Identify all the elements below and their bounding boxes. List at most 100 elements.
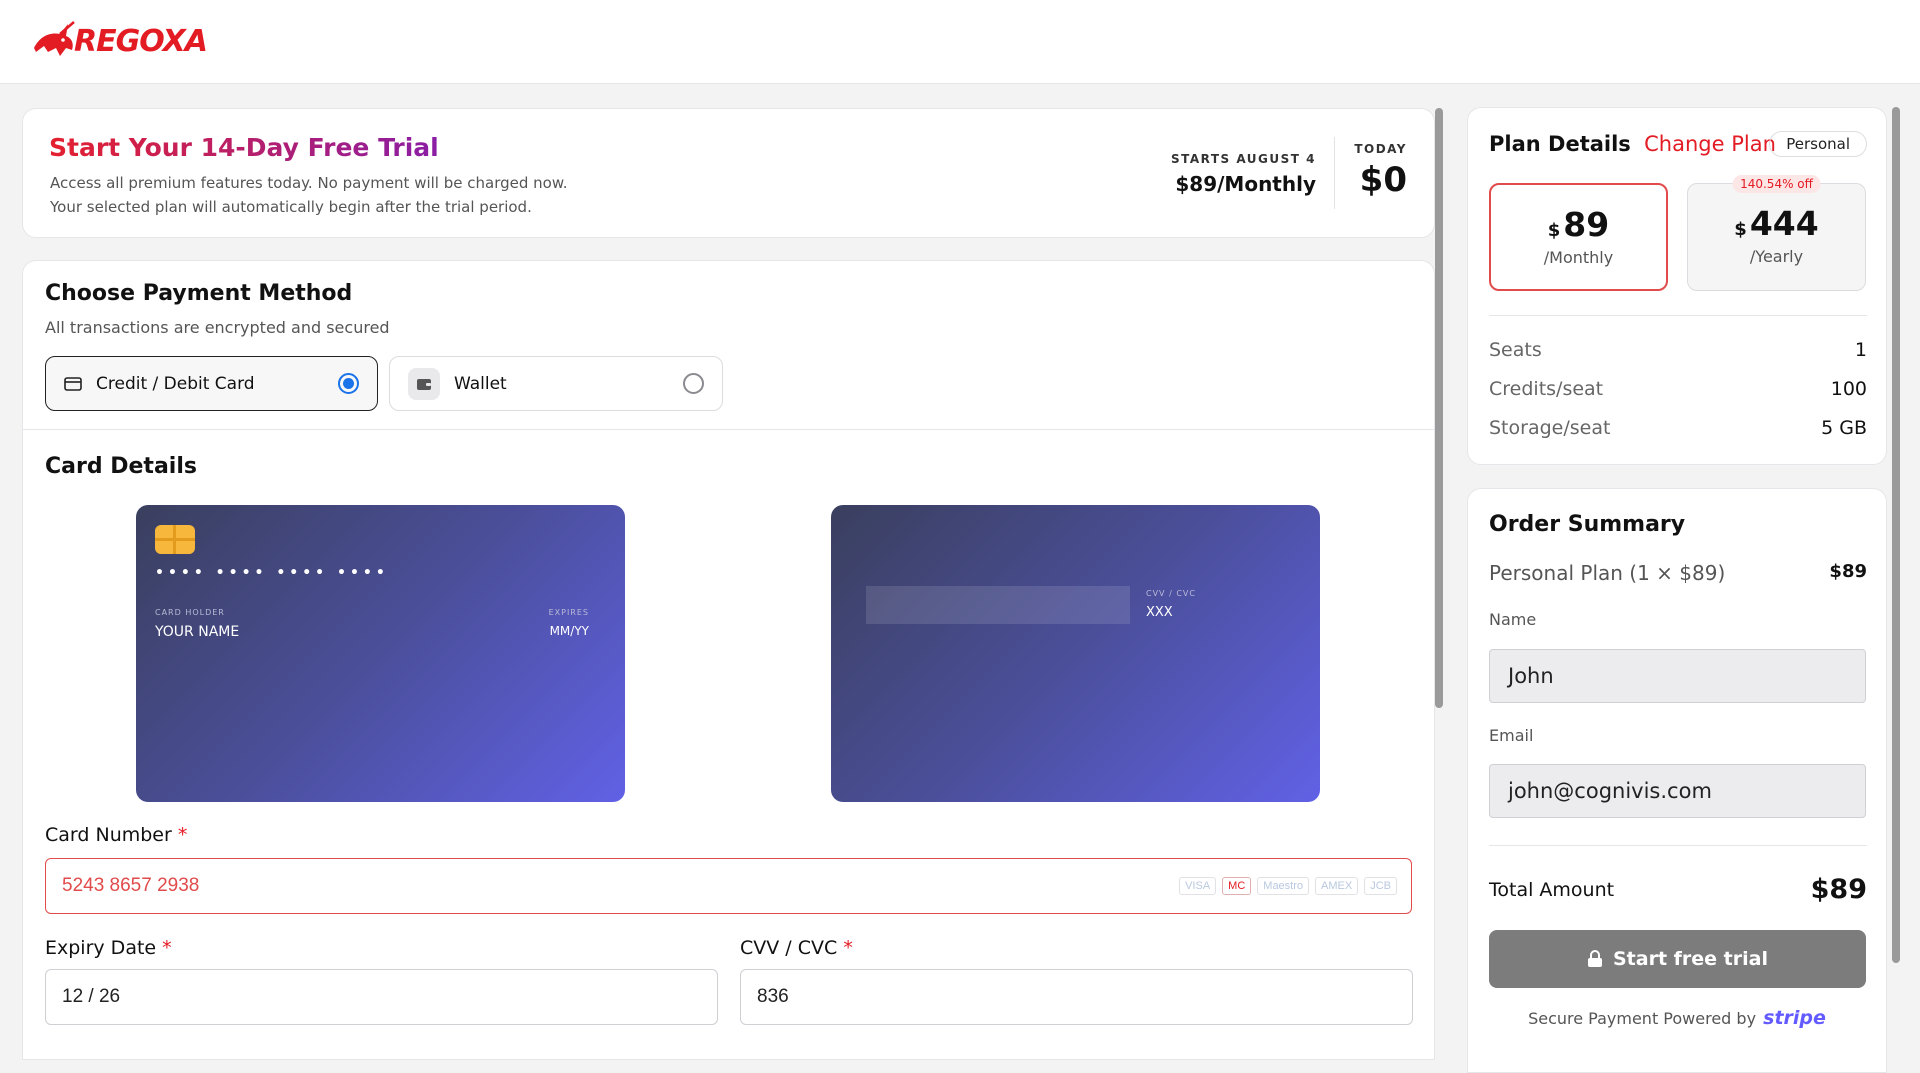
order-line-amount: $89: [1829, 561, 1867, 582]
today-amount: $0: [1359, 160, 1407, 200]
card-cvv-label: CVV / CVC: [1146, 589, 1196, 598]
cvv-label: CVV / CVC *: [740, 937, 853, 959]
brand-logo[interactable]: REGOXA: [30, 16, 208, 66]
card-number-mask: •••• •••• •••• ••••: [155, 565, 389, 581]
card-number-label-text: Card Number: [45, 824, 172, 846]
card-cvv-value: XXX: [1146, 605, 1173, 620]
total-row: Total Amount $89: [1489, 874, 1867, 905]
card-number-input[interactable]: 5243 8657 2938 VISA MC Maestro AMEX JCB: [45, 858, 1412, 914]
card-holder-label: CARD HOLDER: [155, 608, 225, 617]
card-details-title: Card Details: [45, 454, 197, 479]
card-brand-list: VISA MC Maestro AMEX JCB: [1179, 877, 1397, 895]
today-label: TODAY: [1354, 142, 1407, 156]
billing-start-label: STARTS AUGUST 4: [1170, 152, 1316, 166]
card-preview-front: •••• •••• •••• •••• CARD HOLDER YOUR NAM…: [136, 505, 625, 802]
discount-badge: 140.54% off: [1732, 175, 1821, 193]
trial-description-line: Access all premium features today. No pa…: [50, 174, 568, 192]
plan-title: Plan Details Change Plan: [1489, 132, 1776, 156]
billing-start: STARTS AUGUST 4 $89/Monthly: [1171, 152, 1316, 196]
today-charge: TODAY $0: [1354, 142, 1407, 200]
plan-option-yearly[interactable]: 140.54% off $444 /Yearly: [1687, 175, 1866, 291]
plan-badge: Personal: [1769, 131, 1867, 157]
order-summary-title: Order Summary: [1489, 512, 1686, 537]
spec-key: Seats: [1489, 339, 1542, 361]
required-mark: *: [162, 937, 172, 959]
plan-amount: 444: [1749, 204, 1819, 243]
plan-amount: 89: [1563, 205, 1610, 244]
top-header: REGOXA: [0, 0, 1920, 84]
start-free-trial-button[interactable]: Start free trial: [1489, 930, 1866, 988]
card-holder-value: YOUR NAME: [155, 624, 240, 640]
brand-name: REGOXA: [74, 23, 208, 59]
spec-row-seats: Seats 1: [1489, 339, 1867, 361]
card-number-value: 5243 8657 2938: [62, 875, 200, 896]
jcb-brand-icon: JCB: [1364, 877, 1397, 895]
section-divider: [23, 429, 1434, 430]
trial-title: Start Your 14-Day Free Trial: [49, 133, 439, 162]
plan-divider: [1489, 315, 1867, 316]
bull-logo-icon: [34, 21, 75, 56]
radio-selected[interactable]: [338, 373, 359, 394]
order-summary: Order Summary Personal Plan (1 × $89) $8…: [1467, 488, 1887, 1073]
wallet-icon: [408, 367, 440, 400]
start-free-trial-label: Start free trial: [1613, 948, 1768, 970]
left-scrollbar[interactable]: [1435, 108, 1443, 708]
spec-value: 5 GB: [1821, 417, 1867, 439]
spec-row-credits: Credits/seat 100: [1489, 378, 1867, 400]
plan-option-monthly[interactable]: $89 /Monthly: [1489, 183, 1668, 291]
signature-strip: [866, 586, 1130, 624]
email-field[interactable]: john@cognivis.com: [1489, 764, 1866, 818]
order-line-item: Personal Plan (1 × $89) $89: [1489, 561, 1867, 585]
required-mark: *: [843, 937, 853, 959]
right-scrollbar[interactable]: [1892, 107, 1900, 963]
plan-details: Plan Details Change Plan Personal $89 /M…: [1467, 107, 1887, 465]
payment-method-card[interactable]: Credit / Debit Card: [45, 356, 378, 411]
name-label: Name: [1489, 610, 1537, 629]
secure-payment-note: Secure Payment Powered by stripe: [1468, 1007, 1886, 1029]
card-chip-icon: [155, 525, 195, 554]
mastercard-brand-icon: MC: [1222, 877, 1252, 895]
expiry-input[interactable]: 12 / 26: [45, 969, 718, 1025]
cvv-input[interactable]: 836: [740, 969, 1413, 1025]
payment-method-label: Wallet: [454, 373, 507, 394]
maestro-brand-icon: Maestro: [1257, 877, 1310, 895]
plan-price: $444: [1688, 204, 1865, 243]
divider: [1334, 137, 1335, 209]
spec-key: Credits/seat: [1489, 378, 1604, 400]
name-field[interactable]: John: [1489, 649, 1866, 703]
payment-method-subtitle: All transactions are encrypted and secur…: [45, 318, 390, 337]
spec-value: 100: [1830, 378, 1867, 400]
currency-symbol: $: [1547, 220, 1561, 241]
card-expires-label: EXPIRES: [548, 608, 589, 617]
secure-payment-text: Secure Payment Powered by: [1528, 1009, 1757, 1028]
card-preview-back: CVV / CVC XXX: [831, 505, 1320, 802]
trial-description-line: Your selected plan will automatically be…: [50, 198, 532, 216]
stripe-logo: stripe: [1763, 1007, 1826, 1029]
required-mark: *: [177, 824, 188, 846]
credit-card-icon: [64, 376, 82, 391]
trial-banner: Start Your 14-Day Free Trial Access all …: [22, 108, 1435, 238]
currency-symbol: $: [1734, 219, 1747, 240]
radio-unselected[interactable]: [683, 373, 704, 394]
order-divider: [1489, 845, 1867, 846]
plan-period: /Yearly: [1749, 247, 1804, 266]
expiry-label-text: Expiry Date: [45, 937, 157, 959]
change-plan-link[interactable]: Change Plan: [1644, 132, 1776, 156]
order-line-label: Personal Plan (1 × $89): [1489, 561, 1726, 585]
plan-price: $89: [1491, 205, 1666, 244]
spec-key: Storage/seat: [1489, 417, 1611, 439]
amex-brand-icon: AMEX: [1315, 877, 1359, 895]
payment-method-label: Credit / Debit Card: [96, 373, 255, 394]
visa-brand-icon: VISA: [1179, 877, 1217, 895]
total-label: Total Amount: [1489, 878, 1615, 901]
spec-value: 1: [1854, 339, 1867, 361]
cvv-label-text: CVV / CVC: [740, 937, 838, 959]
billing-start-amount: $89/Monthly: [1175, 172, 1316, 196]
lock-icon: [1588, 950, 1602, 967]
card-expires-value: MM/YY: [549, 624, 589, 638]
expiry-label: Expiry Date *: [45, 937, 172, 959]
plan-title-text: Plan Details: [1489, 132, 1631, 156]
plan-period: /Monthly: [1543, 248, 1614, 267]
spec-row-storage: Storage/seat 5 GB: [1489, 417, 1867, 439]
payment-method-wallet[interactable]: Wallet: [389, 356, 723, 411]
